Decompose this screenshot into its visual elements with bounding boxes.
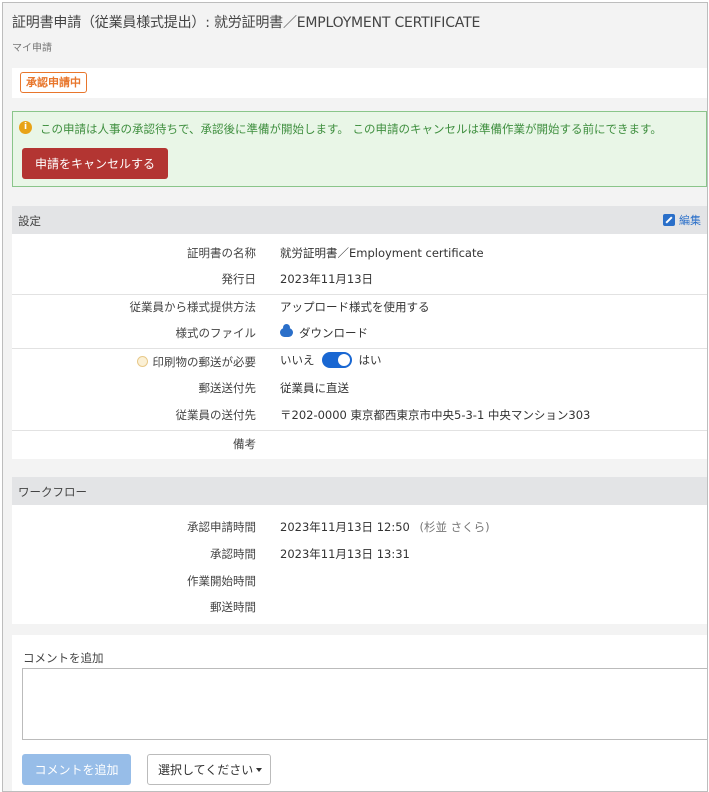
- comment-label: コメントを追加: [23, 651, 104, 665]
- workflow-value-group: 2023年11月13日 12:50 (杉並 さくら): [280, 519, 490, 535]
- setting-value: 就労証明書／Employment certificate: [280, 246, 484, 260]
- setting-row-provision-method: 従業員から様式提供方法 アップロード様式を使用する: [12, 293, 707, 319]
- workflow-section-header: ワークフロー: [12, 477, 707, 505]
- setting-key: 郵送送付先: [198, 381, 257, 395]
- setting-row-cert-name: 証明書の名称 就労証明書／Employment certificate: [12, 239, 707, 265]
- setting-value: アップロード様式を使用する: [280, 300, 430, 314]
- setting-key: 様式のファイル: [175, 326, 257, 340]
- setting-key: 備考: [233, 437, 256, 451]
- add-comment-button[interactable]: コメントを追加: [22, 754, 131, 785]
- setting-key: 発行日: [221, 272, 257, 286]
- settings-heading: 設定: [18, 214, 41, 228]
- page-title: 証明書申請（従業員様式提出）: 就労証明書／EMPLOYMENT CERTIFI…: [12, 15, 481, 31]
- download-label: ダウンロード: [299, 326, 368, 340]
- comment-input[interactable]: [22, 668, 707, 740]
- mail-required-toggle[interactable]: [321, 352, 352, 368]
- setting-row-form-file: 様式のファイル ダウンロード: [12, 319, 707, 345]
- action-select-dropdown[interactable]: 選択してください: [147, 754, 271, 785]
- setting-key: 印刷物の郵送が必要: [152, 355, 257, 369]
- workflow-row-approved: 承認時間 2023年11月13日 13:31: [12, 540, 707, 566]
- requester-name: (杉並 さくら): [419, 520, 490, 534]
- setting-row-remarks: 備考: [12, 430, 707, 456]
- setting-key: 証明書の名称: [187, 246, 256, 260]
- comment-section: コメントを追加 コメントを追加 選択してください: [12, 635, 707, 791]
- setting-key: 従業員の送付先: [175, 408, 257, 422]
- setting-value: 従業員に直送: [280, 381, 349, 395]
- setting-key-with-hint: 印刷物の郵送が必要: [136, 354, 257, 370]
- cloud-download-icon: [280, 324, 293, 337]
- workflow-panel: 承認申請時間 2023年11月13日 12:50 (杉並 さくら) 承認時間 2…: [12, 505, 707, 624]
- setting-row-employee-address: 従業員の送付先 〒202-0000 東京都西東京市中央5-3-1 中央マンション…: [12, 401, 707, 427]
- workflow-value: 2023年11月13日 12:50: [280, 520, 410, 534]
- page-frame: 証明書申請（従業員様式提出）: 就労証明書／EMPLOYMENT CERTIFI…: [2, 2, 708, 792]
- workflow-heading: ワークフロー: [18, 485, 87, 499]
- edit-button[interactable]: 編集: [663, 212, 701, 228]
- setting-row-mail-destination: 郵送送付先 従業員に直送: [12, 374, 707, 400]
- status-band: 承認申請中: [12, 68, 707, 98]
- toggle-on-label: はい: [358, 353, 382, 367]
- workflow-value: 2023年11月13日 13:31: [280, 547, 410, 561]
- workflow-row-mailed: 郵送時間: [12, 593, 707, 619]
- info-alert: i この申請は人事の承認待ちで、承認後に準備が開始します。 この申請のキャンセル…: [12, 111, 707, 187]
- cancel-request-button[interactable]: 申請をキャンセルする: [22, 148, 168, 179]
- settings-section-header: 設定 編集: [12, 206, 707, 234]
- edit-label: 編集: [679, 214, 701, 227]
- download-link[interactable]: ダウンロード: [280, 324, 368, 341]
- page-header: 証明書申請（従業員様式提出）: 就労証明書／EMPLOYMENT CERTIFI…: [3, 3, 707, 65]
- info-icon: i: [19, 121, 32, 134]
- toggle-off-label: いいえ: [280, 353, 315, 367]
- setting-value: 2023年11月13日: [280, 272, 374, 286]
- chevron-down-icon: [256, 768, 263, 772]
- workflow-key: 郵送時間: [210, 600, 256, 614]
- workflow-key: 作業開始時間: [187, 574, 256, 588]
- workflow-key: 承認時間: [210, 547, 256, 561]
- workflow-row-requested: 承認申請時間 2023年11月13日 12:50 (杉並 さくら): [12, 513, 707, 539]
- workflow-key: 承認申請時間: [187, 520, 256, 534]
- setting-row-issue-date: 発行日 2023年11月13日: [12, 265, 707, 291]
- mail-toggle-group: いいえ はい: [280, 352, 382, 368]
- workflow-row-work-started: 作業開始時間: [12, 567, 707, 593]
- setting-value: 〒202-0000 東京都西東京市中央5-3-1 中央マンション303: [280, 408, 591, 422]
- settings-panel: 証明書の名称 就労証明書／Employment certificate 発行日 …: [12, 234, 707, 459]
- select-label: 選択してください: [158, 763, 254, 777]
- pencil-icon: [663, 214, 675, 226]
- setting-key: 従業員から様式提供方法: [129, 300, 257, 314]
- setting-row-mail-required: 印刷物の郵送が必要 いいえ はい: [12, 348, 707, 374]
- alert-message: この申請は人事の承認待ちで、承認後に準備が開始します。 この申請のキャンセルは準…: [40, 122, 662, 136]
- breadcrumb[interactable]: マイ申請: [12, 39, 52, 54]
- status-badge: 承認申請中: [20, 72, 87, 93]
- hint-icon[interactable]: [136, 356, 148, 367]
